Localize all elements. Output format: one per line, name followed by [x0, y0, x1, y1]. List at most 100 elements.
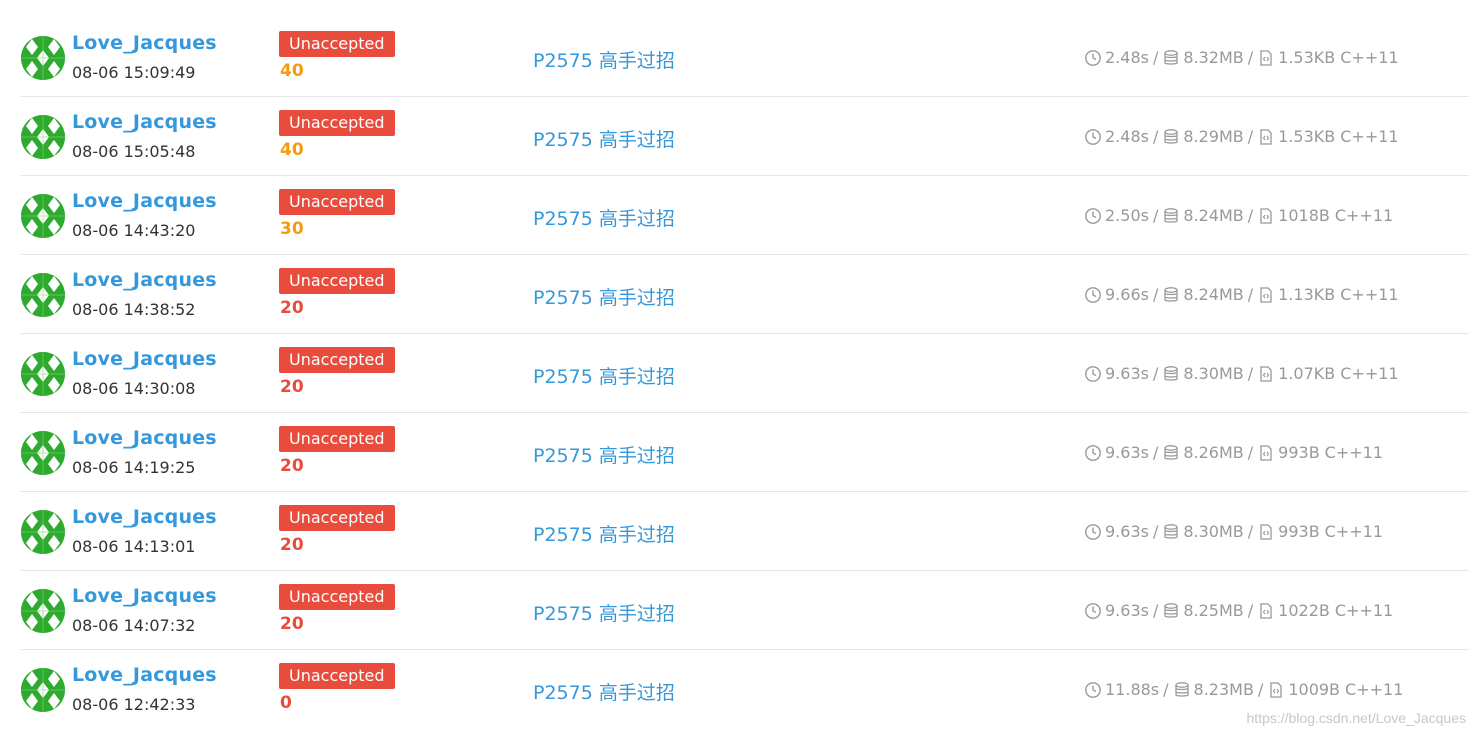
problem-link[interactable]: P2575 高手过招 [533, 441, 675, 468]
score-value: 40 [280, 61, 304, 81]
score-value: 30 [280, 219, 304, 239]
problem-link[interactable]: P2575 高手过招 [533, 520, 675, 547]
code-file-icon [1257, 286, 1275, 304]
problem-link[interactable]: P2575 高手过招 [533, 46, 675, 73]
separator: / [1247, 601, 1254, 620]
code-file-icon [1257, 365, 1275, 383]
clock-icon [1084, 602, 1102, 620]
memory-value: 8.30MB [1183, 522, 1244, 541]
user-name-link[interactable]: Love_Jacques [72, 585, 217, 607]
code-size-value: 1.13KB [1278, 285, 1336, 304]
separator: / [1257, 680, 1264, 699]
memory-value: 8.26MB [1183, 443, 1244, 462]
status-badge[interactable]: Unaccepted [279, 663, 395, 689]
user-avatar[interactable] [21, 115, 65, 159]
memory-value: 8.23MB [1193, 680, 1254, 699]
user-avatar[interactable] [21, 431, 65, 475]
code-size-value: 1009B [1288, 680, 1341, 699]
user-name-link[interactable]: Love_Jacques [72, 664, 217, 686]
memory-value: 8.24MB [1183, 206, 1244, 225]
table-row: Love_Jacques 08-06 14:43:20 Unaccepted 3… [21, 176, 1469, 255]
separator: / [1163, 680, 1169, 699]
status-badge[interactable]: Unaccepted [279, 505, 395, 531]
clock-icon [1084, 49, 1102, 67]
code-size-value: 1.53KB [1278, 127, 1336, 146]
language-value: C++11 [1340, 127, 1399, 146]
user-avatar[interactable] [21, 352, 65, 396]
database-icon [1162, 128, 1180, 146]
separator: / [1247, 206, 1254, 225]
separator: / [1247, 443, 1254, 462]
problem-link[interactable]: P2575 高手过招 [533, 125, 675, 152]
memory-value: 8.25MB [1183, 601, 1244, 620]
database-icon [1162, 444, 1180, 462]
problem-link[interactable]: P2575 高手过招 [533, 599, 675, 626]
user-avatar[interactable] [21, 36, 65, 80]
status-badge[interactable]: Unaccepted [279, 347, 395, 373]
database-icon [1162, 365, 1180, 383]
status-badge[interactable]: Unaccepted [279, 584, 395, 610]
runtime-value: 9.63s [1105, 364, 1149, 383]
user-name-link[interactable]: Love_Jacques [72, 190, 217, 212]
status-badge[interactable]: Unaccepted [279, 31, 395, 57]
code-size-value: 993B [1278, 522, 1320, 541]
submit-time: 08-06 14:38:52 [72, 300, 196, 319]
separator: / [1152, 127, 1159, 146]
code-file-icon [1257, 444, 1275, 462]
user-avatar[interactable] [21, 194, 65, 238]
submission-meta: 9.63s / 8.25MB / 1022B C++11 [1084, 601, 1393, 620]
runtime-value: 9.63s [1105, 522, 1149, 541]
status-badge[interactable]: Unaccepted [279, 426, 395, 452]
runtime-value: 9.63s [1105, 443, 1149, 462]
user-name-link[interactable]: Love_Jacques [72, 506, 217, 528]
code-size-value: 1022B [1278, 601, 1330, 620]
table-row: Love_Jacques 08-06 15:05:48 Unaccepted 4… [21, 97, 1469, 176]
status-badge[interactable]: Unaccepted [279, 110, 395, 136]
code-file-icon [1257, 523, 1275, 541]
user-avatar[interactable] [21, 589, 65, 633]
score-value: 20 [280, 377, 304, 397]
memory-value: 8.29MB [1183, 127, 1244, 146]
code-file-icon [1257, 602, 1275, 620]
submit-time: 08-06 12:42:33 [72, 695, 196, 714]
score-value: 0 [280, 693, 292, 713]
problem-link[interactable]: P2575 高手过招 [533, 283, 675, 310]
runtime-value: 2.48s [1105, 127, 1149, 146]
submit-time: 08-06 14:30:08 [72, 379, 196, 398]
submission-meta: 2.50s / 8.24MB / 1018B C++11 [1084, 206, 1393, 225]
submission-meta: 9.63s / 8.30MB / 1.07KB C++11 [1084, 364, 1399, 383]
user-name-link[interactable]: Love_Jacques [72, 348, 217, 370]
user-name-link[interactable]: Love_Jacques [72, 32, 217, 54]
status-badge[interactable]: Unaccepted [279, 189, 395, 215]
problem-link[interactable]: P2575 高手过招 [533, 678, 675, 705]
language-value: C++11 [1334, 206, 1394, 225]
clock-icon [1084, 681, 1102, 699]
separator: / [1152, 443, 1159, 462]
separator: / [1152, 48, 1159, 67]
submit-time: 08-06 14:07:32 [72, 616, 196, 635]
user-avatar[interactable] [21, 273, 65, 317]
database-icon [1162, 207, 1180, 225]
code-size-value: 1.53KB [1278, 48, 1336, 67]
problem-link[interactable]: P2575 高手过招 [533, 204, 675, 231]
submit-time: 08-06 14:13:01 [72, 537, 196, 556]
separator: / [1152, 364, 1159, 383]
user-name-link[interactable]: Love_Jacques [72, 111, 217, 133]
database-icon [1162, 286, 1180, 304]
submit-time: 08-06 14:19:25 [72, 458, 196, 477]
code-file-icon [1257, 207, 1275, 225]
table-row: Love_Jacques 08-06 14:13:01 Unaccepted 2… [21, 492, 1469, 571]
user-name-link[interactable]: Love_Jacques [72, 269, 217, 291]
memory-value: 8.30MB [1183, 364, 1244, 383]
user-avatar[interactable] [21, 668, 65, 712]
user-name-link[interactable]: Love_Jacques [72, 427, 217, 449]
watermark: https://blog.csdn.net/Love_Jacques [1246, 710, 1466, 726]
submission-meta: 2.48s / 8.29MB / 1.53KB C++11 [1084, 127, 1399, 146]
submission-meta: 9.66s / 8.24MB / 1.13KB C++11 [1084, 285, 1399, 304]
problem-link[interactable]: P2575 高手过招 [533, 362, 675, 389]
status-badge[interactable]: Unaccepted [279, 268, 395, 294]
user-avatar[interactable] [21, 510, 65, 554]
score-value: 20 [280, 614, 304, 634]
code-size-value: 1.07KB [1278, 364, 1336, 383]
separator: / [1152, 601, 1159, 620]
